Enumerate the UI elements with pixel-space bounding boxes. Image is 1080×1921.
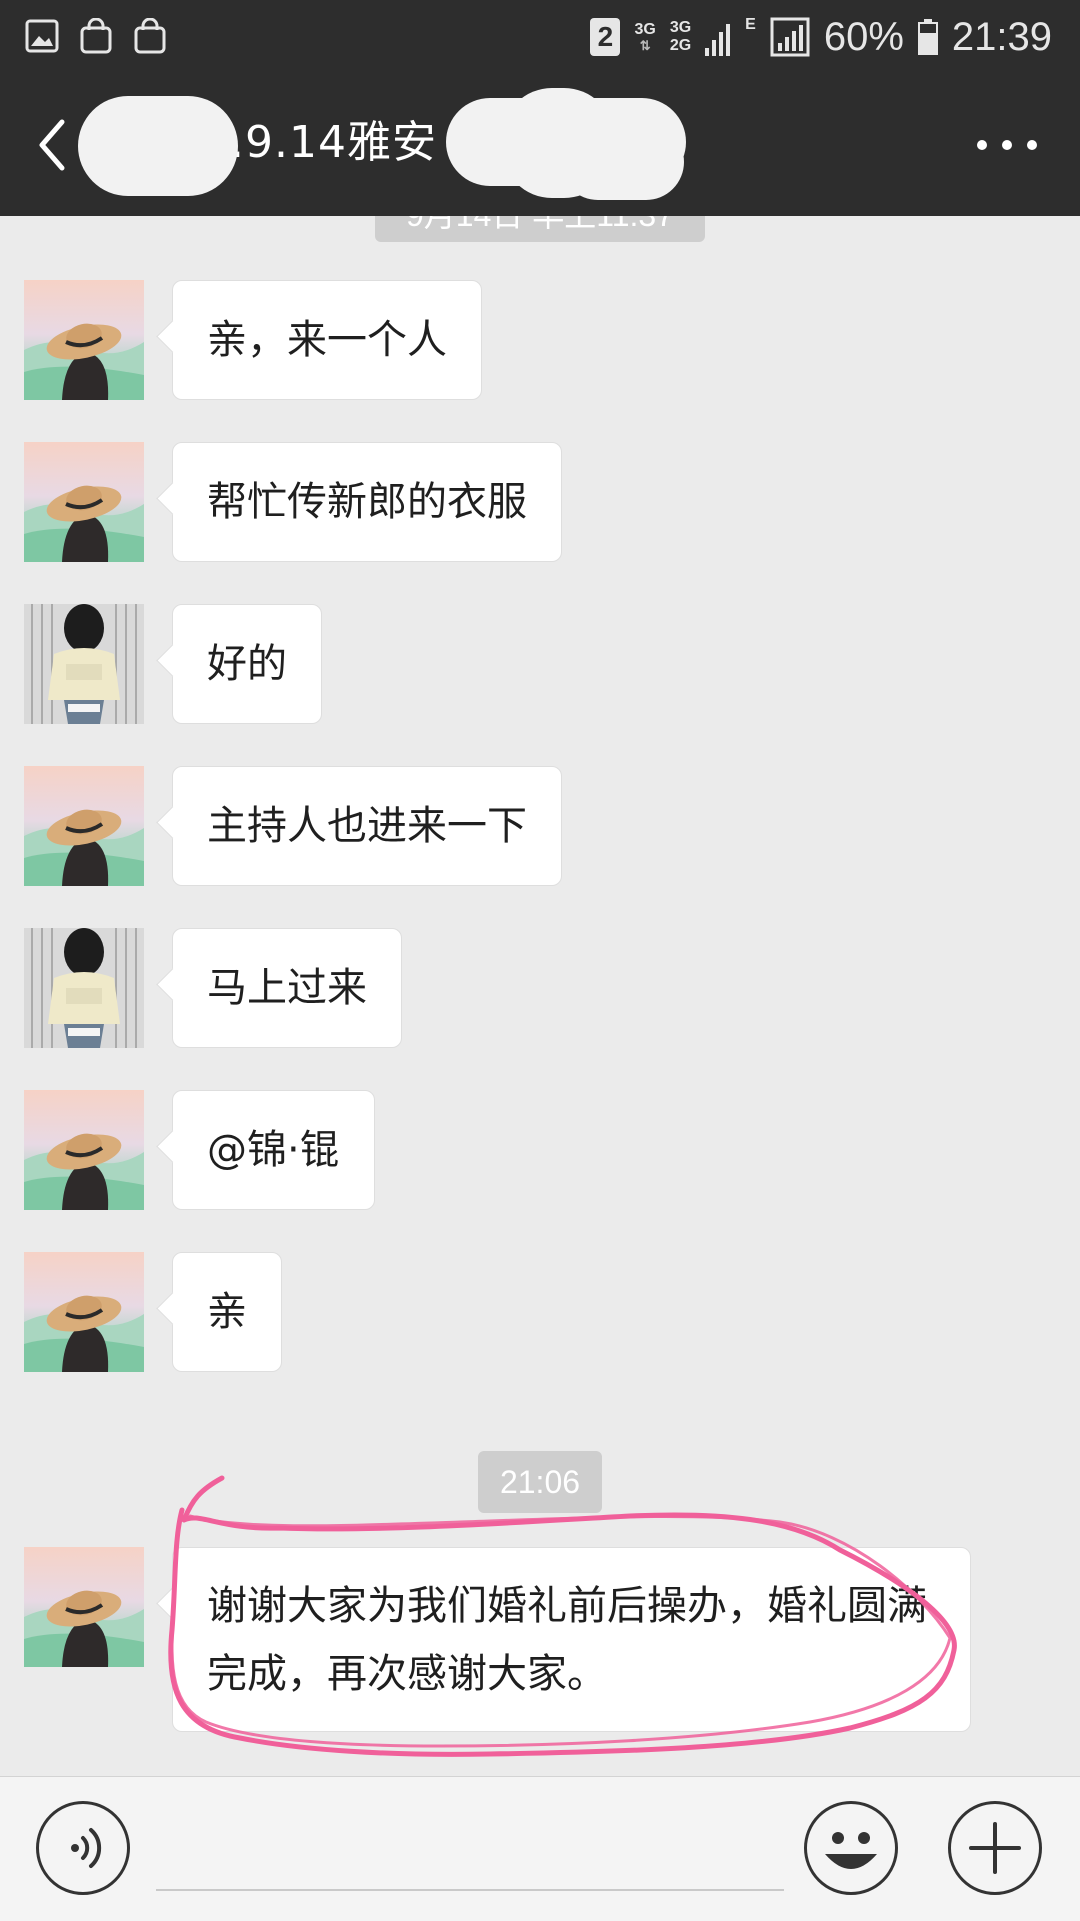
signal-strength-icon <box>770 17 810 57</box>
message-bubble[interactable]: 帮忙传新郎的衣服 <box>172 442 562 562</box>
network-indicator-2: 3G 2G <box>670 19 691 55</box>
status-bar: 2 3G ⇅ 3G 2G E 60% 21:39 <box>0 0 1080 74</box>
more-dots-icon[interactable] <box>972 130 1042 160</box>
plus-button[interactable] <box>948 1801 1042 1895</box>
network-e-label: E <box>745 16 756 33</box>
message-bubble[interactable]: 亲 <box>172 1252 282 1372</box>
plus-icon <box>969 1822 1021 1874</box>
clock: 21:39 <box>951 14 1052 59</box>
redaction-blob <box>560 124 684 200</box>
redaction-blob <box>78 96 238 196</box>
avatar[interactable] <box>24 1547 144 1667</box>
battery-percent: 60% <box>823 14 904 59</box>
avatar[interactable] <box>24 604 144 724</box>
network-type-label: 3G <box>634 21 656 38</box>
emoji-icon <box>825 1832 877 1869</box>
avatar[interactable] <box>24 1090 144 1210</box>
message-bubble[interactable]: 亲，来一个人 <box>172 280 482 400</box>
emoji-button[interactable] <box>804 1801 898 1895</box>
voice-icon <box>71 1828 102 1868</box>
avatar[interactable] <box>24 280 144 400</box>
data-arrows-icon: ⇅ <box>639 38 651 53</box>
status-right: 2 3G ⇅ 3G 2G E 60% 21:39 <box>590 0 1052 74</box>
avatar[interactable] <box>24 442 144 562</box>
network-type-label: 3G <box>669 19 692 36</box>
network-type-label: 2G <box>669 37 692 54</box>
message-bubble[interactable]: 好的 <box>172 604 322 724</box>
voice-button[interactable] <box>36 1801 130 1895</box>
message-bubble[interactable]: @锦·锟 <box>172 1090 375 1210</box>
message-bubble[interactable]: 马上过来 <box>172 928 402 1048</box>
message-bubble[interactable]: 主持人也进来一下 <box>172 766 562 886</box>
input-bar <box>0 1776 1080 1921</box>
timestamp-pill: 21:06 <box>478 1451 602 1513</box>
message-input[interactable] <box>156 1817 784 1891</box>
avatar[interactable] <box>24 928 144 1048</box>
shopping-bag-icon <box>80 18 112 54</box>
network-indicator-1: 3G ⇅ <box>634 21 655 53</box>
shopping-bag-icon <box>134 18 166 54</box>
sim-slot-badge: 2 <box>590 18 621 56</box>
avatar[interactable] <box>24 766 144 886</box>
image-icon <box>25 19 59 53</box>
message-bubble[interactable]: 谢谢大家为我们婚礼前后操办，婚礼圆满完成，再次感谢大家。 <box>172 1547 971 1732</box>
battery-icon <box>917 19 938 55</box>
signal-icon <box>705 24 731 56</box>
chat-header: .9.14雅安 婚礼(12) <box>0 74 1080 216</box>
avatar[interactable] <box>24 1252 144 1372</box>
notification-icons <box>24 18 168 54</box>
